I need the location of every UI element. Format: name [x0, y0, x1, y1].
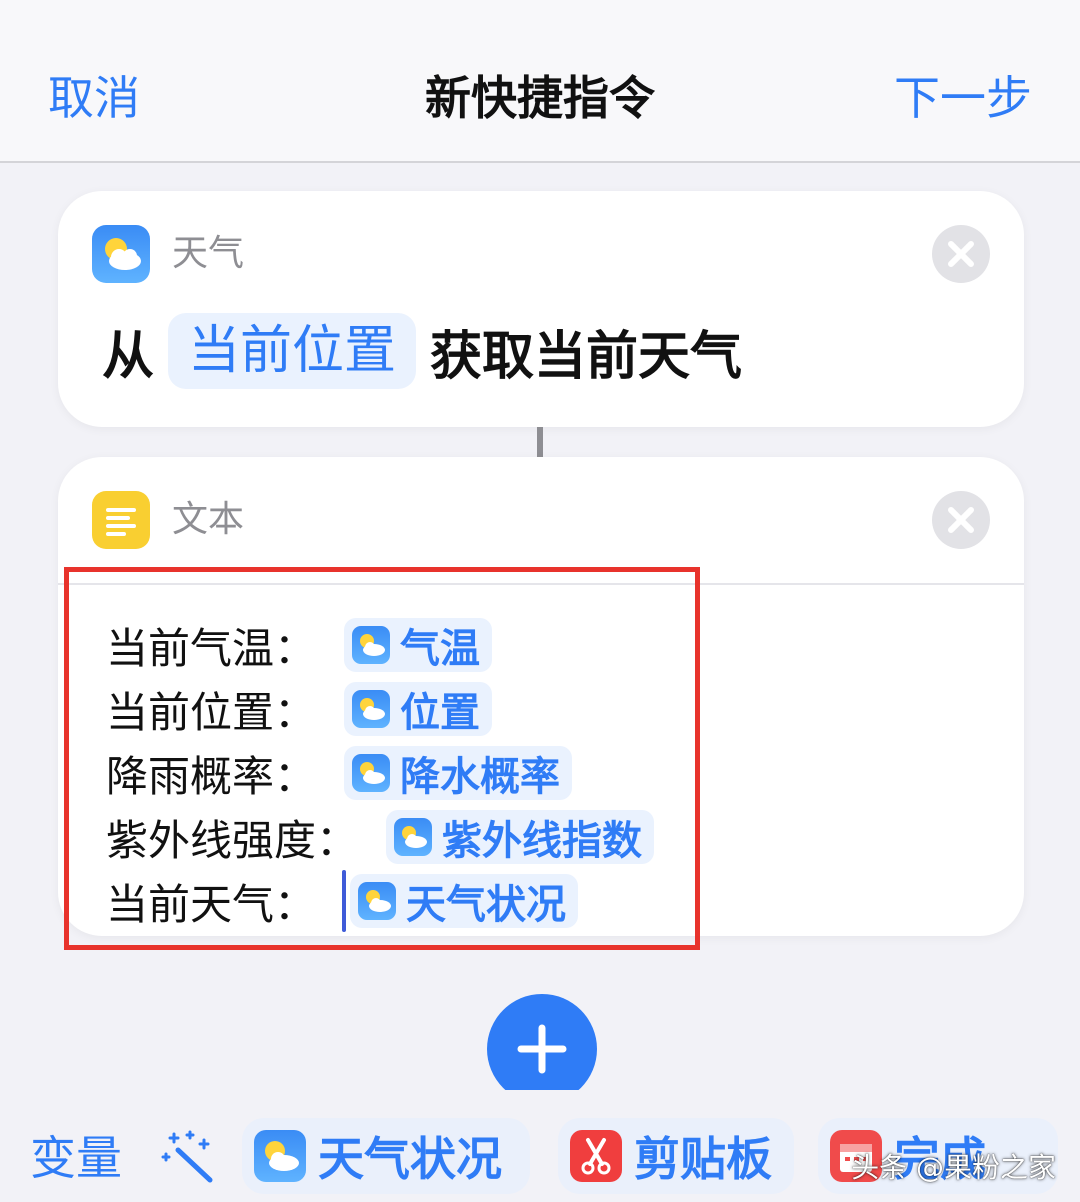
chip-label: 天气状况	[318, 1132, 502, 1186]
weather-icon	[254, 1130, 306, 1182]
close-icon	[948, 507, 974, 533]
watermark: 头条 @果粉之家	[851, 1151, 1056, 1184]
weather-action-card[interactable]: 天气 从 当前位置 获取当前天气	[58, 191, 1024, 427]
add-action-button[interactable]	[487, 994, 597, 1104]
variable-chip-clipboard[interactable]: 剪贴板	[558, 1118, 794, 1194]
variable-chip-weather-condition[interactable]: 天气状况	[242, 1118, 530, 1194]
weather-suffix: 获取当前天气	[430, 326, 743, 387]
weather-app-icon	[92, 225, 150, 283]
annotation-highlight-box	[64, 567, 700, 950]
magic-wand-icon	[161, 1130, 213, 1183]
weather-app-label: 天气	[172, 233, 245, 274]
remove-text-action-button[interactable]	[932, 491, 990, 549]
close-icon	[948, 241, 974, 267]
next-button[interactable]: 下一步	[894, 68, 1032, 128]
weather-action-sentence: 从 当前位置 获取当前天气	[102, 313, 742, 389]
text-app-label: 文本	[172, 499, 245, 540]
chip-label: 剪贴板	[634, 1132, 772, 1186]
location-parameter-token[interactable]: 当前位置	[168, 313, 417, 389]
plus-icon	[517, 1024, 567, 1074]
scissors-icon	[570, 1130, 622, 1182]
navigation-bar: 取消 新快捷指令 下一步	[0, 0, 1080, 163]
variables-button[interactable]: 变量	[30, 1128, 122, 1188]
magic-variable-button[interactable]	[160, 1128, 216, 1188]
remove-weather-action-button[interactable]	[932, 225, 990, 283]
weather-prefix: 从	[102, 326, 155, 387]
action-connector-line	[537, 427, 543, 457]
text-app-icon	[92, 491, 150, 549]
